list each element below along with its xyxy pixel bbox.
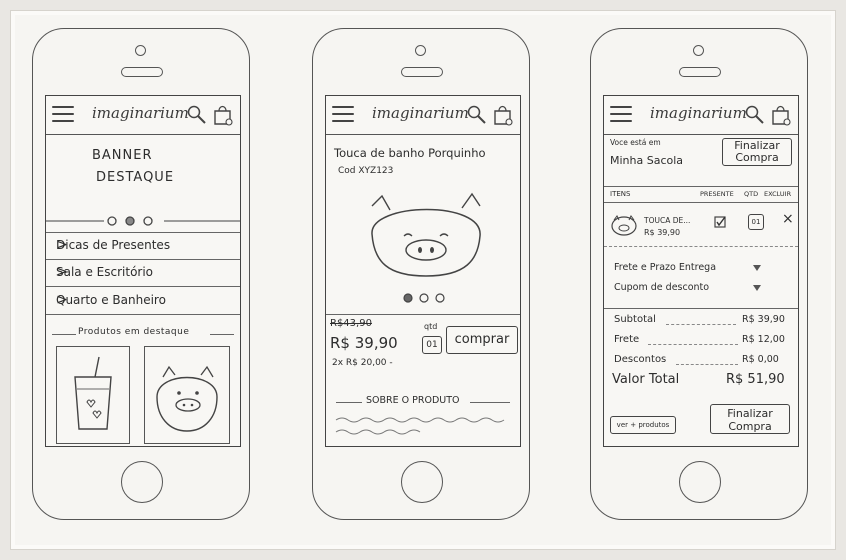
divider — [604, 202, 798, 203]
phone-frame-cart: imaginarium Voce está em Minha Sacola Fi… — [590, 28, 808, 520]
screen-home: imaginarium BANNER DESTAQUE Dicas de Pre… — [45, 95, 241, 447]
banner-line-1[interactable]: BANNER — [92, 148, 153, 163]
frete-label: Frete — [614, 334, 640, 345]
search-icon[interactable] — [186, 104, 208, 126]
more-products-button[interactable]: ver + produtos — [610, 416, 676, 434]
product-card-cup[interactable] — [56, 346, 130, 444]
gift-checkbox[interactable] — [714, 216, 726, 228]
product-title: Touca de banho Porquinho — [334, 146, 486, 160]
product-image-pig[interactable] — [362, 184, 492, 284]
col-items: ITENS — [610, 190, 631, 198]
divider — [326, 314, 520, 315]
home-button[interactable] — [679, 461, 721, 503]
speaker-icon — [401, 67, 443, 77]
search-icon[interactable] — [466, 104, 488, 126]
bag-icon[interactable] — [212, 102, 234, 126]
screen-product: imaginarium Touca de banho Porquinho Cod… — [325, 95, 521, 447]
checkout-button-top[interactable]: Finalizar Compra — [722, 138, 792, 166]
chevron-right-icon: > — [56, 237, 68, 253]
discount-label: Descontos — [614, 354, 667, 365]
carousel-dots[interactable] — [400, 292, 448, 304]
divider — [604, 308, 798, 309]
shipping-toggle[interactable]: Frete e Prazo Entrega — [614, 262, 716, 273]
coupon-toggle[interactable]: Cupom de desconto — [614, 282, 709, 293]
checkout-button-bottom[interactable]: Finalizar Compra — [710, 404, 790, 434]
divider — [210, 334, 234, 335]
divider — [336, 402, 362, 403]
menu-icon[interactable] — [332, 106, 354, 122]
bag-icon[interactable] — [492, 102, 514, 126]
menu-icon[interactable] — [52, 106, 74, 122]
subtotal-value: R$ 39,90 — [742, 314, 785, 325]
old-price: R$43,90 — [330, 318, 372, 329]
chevron-right-icon: > — [56, 292, 68, 308]
speaker-icon — [121, 67, 163, 77]
top-bar: imaginarium — [604, 96, 798, 135]
qty-label: qtd — [424, 322, 438, 331]
col-qty: QTD — [744, 190, 759, 198]
top-bar: imaginarium — [326, 96, 520, 135]
camera-icon — [135, 45, 146, 56]
cup-icon — [74, 356, 112, 430]
divider — [604, 186, 798, 187]
divider — [648, 344, 738, 345]
divider — [52, 334, 76, 335]
pig-icon — [156, 365, 218, 432]
discount-value: R$ 0,00 — [742, 354, 779, 365]
subtotal-label: Subtotal — [614, 314, 656, 325]
total-label: Valor Total — [612, 372, 680, 387]
divider — [470, 402, 510, 403]
camera-icon — [693, 45, 704, 56]
phone-frame-home: imaginarium BANNER DESTAQUE Dicas de Pre… — [32, 28, 250, 520]
item-price: R$ 39,90 — [644, 228, 681, 237]
installments: 2x R$ 20,00 - — [332, 358, 393, 368]
carousel-dots[interactable] — [46, 214, 240, 228]
home-button[interactable] — [401, 461, 443, 503]
col-remove: EXCLUIR — [764, 190, 792, 198]
nav-item-quarto[interactable]: Quarto e Banheiro > — [46, 288, 240, 315]
bag-icon[interactable] — [770, 102, 792, 126]
qty-field[interactable]: 01 — [422, 336, 442, 354]
description-placeholder — [335, 417, 505, 435]
logo[interactable]: imaginarium — [92, 104, 189, 122]
logo[interactable]: imaginarium — [372, 104, 469, 122]
nav-item-dicas[interactable]: Dicas de Presentes > — [46, 232, 240, 260]
item-qty-field[interactable]: 01 — [748, 214, 764, 230]
current-price: R$ 39,90 — [330, 334, 398, 352]
search-icon[interactable] — [744, 104, 766, 126]
logo[interactable]: imaginarium — [650, 104, 747, 122]
total-value: R$ 51,90 — [726, 372, 785, 387]
item-thumbnail-pig-icon — [611, 215, 637, 236]
phone-frame-product: imaginarium Touca de banho Porquinho Cod… — [312, 28, 530, 520]
product-code: Cod XYZ123 — [338, 166, 394, 176]
menu-icon[interactable] — [610, 106, 632, 122]
featured-heading: Produtos em destaque — [78, 327, 190, 337]
divider — [604, 246, 798, 247]
caret-down-icon[interactable] — [752, 264, 762, 272]
remove-icon[interactable]: × — [782, 211, 794, 227]
camera-icon — [415, 45, 426, 56]
divider — [666, 324, 736, 325]
screen-cart: imaginarium Voce está em Minha Sacola Fi… — [603, 95, 799, 447]
location-label: Voce está em — [610, 138, 661, 147]
item-name[interactable]: TOUCA DE... — [644, 216, 690, 225]
nav-item-sala[interactable]: Sala e Escritório > — [46, 260, 240, 287]
location-value: Minha Sacola — [610, 154, 684, 167]
chevron-right-icon: > — [56, 264, 68, 280]
about-heading[interactable]: SOBRE O PRODUTO — [366, 395, 460, 406]
col-gift: PRESENTE — [700, 190, 734, 198]
banner-line-2[interactable]: DESTAQUE — [96, 170, 174, 185]
speaker-icon — [679, 67, 721, 77]
home-button[interactable] — [121, 461, 163, 503]
buy-button[interactable]: comprar — [446, 326, 518, 354]
frete-value: R$ 12,00 — [742, 334, 785, 345]
caret-down-icon[interactable] — [752, 284, 762, 292]
product-card-pig[interactable] — [144, 346, 230, 444]
top-bar: imaginarium — [46, 96, 240, 135]
divider — [676, 364, 738, 365]
